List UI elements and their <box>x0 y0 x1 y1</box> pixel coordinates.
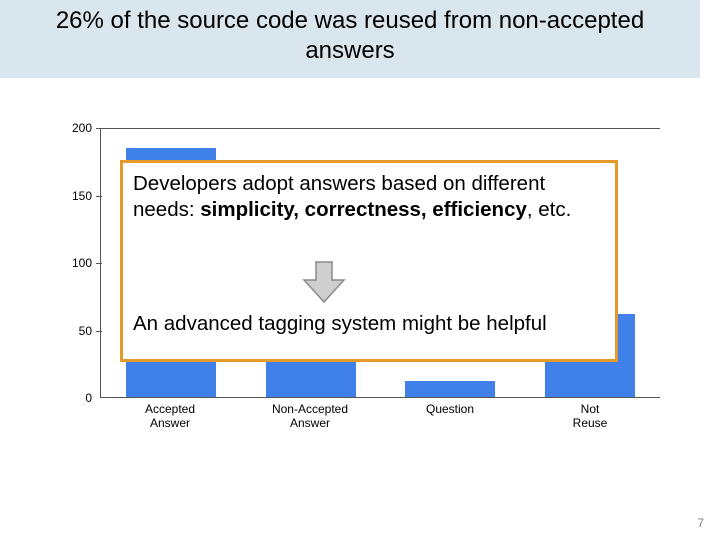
x-tick-label: Non-AcceptedAnswer <box>250 402 370 430</box>
y-axis: 200 150 100 50 0 <box>60 128 100 398</box>
y-tick-label: 100 <box>72 256 92 270</box>
x-tick-label: AcceptedAnswer <box>110 402 230 430</box>
x-axis: AcceptedAnswer Non-AcceptedAnswer Questi… <box>100 402 660 430</box>
callout-bold: simplicity, correctness, efficiency <box>200 198 527 221</box>
callout-text-2: An advanced tagging system might be help… <box>133 311 547 337</box>
page-title: 26% of the source code was reused from n… <box>20 6 680 66</box>
callout-text-1: Developers adopt answers based on differ… <box>133 171 605 223</box>
callout-box: Developers adopt answers based on differ… <box>120 160 618 362</box>
y-tick-label: 200 <box>72 121 92 135</box>
callout-post: , etc. <box>527 198 571 221</box>
bar-question <box>405 381 495 397</box>
down-arrow-icon <box>298 258 350 311</box>
x-tick-label: Question <box>390 402 510 430</box>
y-tick-label: 0 <box>85 391 92 405</box>
y-tick-label: 150 <box>72 189 92 203</box>
slide: 26% of the source code was reused from n… <box>0 0 720 540</box>
y-tick-label: 50 <box>79 324 92 338</box>
title-bar: 26% of the source code was reused from n… <box>0 0 700 78</box>
page-number: 7 <box>697 516 704 530</box>
x-tick-label: NotReuse <box>530 402 650 430</box>
